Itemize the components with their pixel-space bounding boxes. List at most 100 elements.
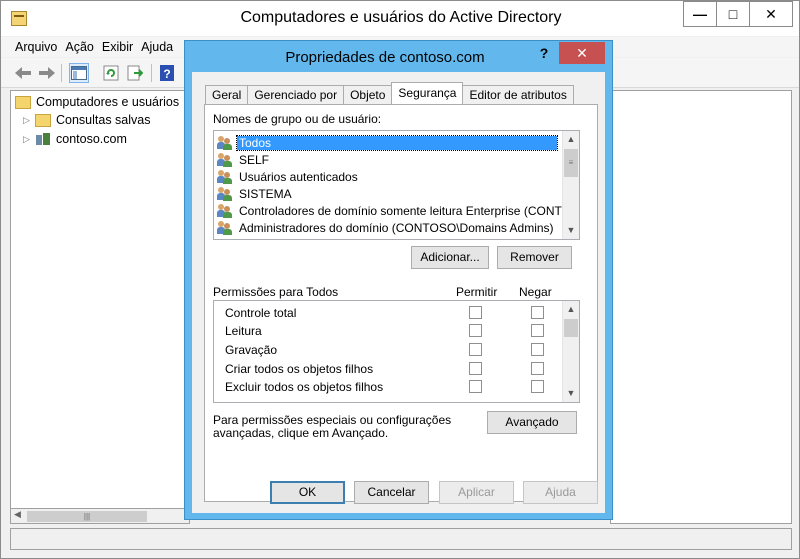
scroll-left-icon[interactable]: ◀ — [14, 509, 21, 520]
tab-objeto[interactable]: Objeto — [343, 85, 393, 104]
list-item-label: Controladores de domínio somente leitura… — [239, 203, 580, 218]
apply-button[interactable]: Aplicar — [439, 481, 514, 504]
scrollbar-thumb[interactable]: ||| — [27, 511, 147, 522]
ok-button[interactable]: OK — [270, 481, 345, 504]
deny-checkbox[interactable] — [531, 362, 544, 375]
user-group-icon — [217, 203, 233, 218]
allow-checkbox[interactable] — [469, 343, 482, 356]
allow-checkbox[interactable] — [469, 306, 482, 319]
deny-checkbox[interactable] — [531, 324, 544, 337]
tab-strip: Geral Gerenciado por Objeto Segurança Ed… — [205, 82, 574, 104]
back-icon[interactable] — [13, 63, 33, 83]
advanced-hint-line1: Para permissões especiais ou configuraçõ… — [213, 413, 452, 427]
menu-exibir[interactable]: Exibir — [102, 37, 133, 57]
scroll-up-icon[interactable]: ▲ — [563, 301, 579, 318]
title-bar: Computadores e usuários do Active Direct… — [1, 1, 799, 36]
console-tree: Computadores e usuários ▷ Consultas salv… — [10, 90, 190, 524]
permissions-vertical-scrollbar[interactable]: ▲ ▼ — [562, 301, 579, 402]
scrollbar-thumb[interactable]: ≡ — [564, 149, 578, 177]
menu-ajuda[interactable]: Ajuda — [141, 37, 173, 57]
tab-editor-de-atributos[interactable]: Editor de atributos — [462, 85, 574, 104]
permission-row: Criar todos os objetos filhos — [225, 360, 373, 378]
list-item-label: SISTEMA — [239, 186, 292, 201]
list-item[interactable]: SELF — [217, 151, 271, 168]
status-bar — [10, 528, 792, 550]
tab-gerenciado-por[interactable]: Gerenciado por — [247, 85, 345, 104]
allow-checkbox[interactable] — [469, 380, 482, 393]
menu-acao[interactable]: Ação — [65, 37, 94, 57]
window-controls: — □ ✕ — [683, 1, 793, 27]
tab-geral[interactable]: Geral — [205, 85, 249, 104]
add-button[interactable]: Adicionar... — [411, 246, 489, 269]
users-listbox[interactable]: Todos SELF Usuários autenticados SISTEMA… — [213, 130, 580, 240]
dialog-body: Geral Gerenciado por Objeto Segurança Ed… — [192, 72, 605, 513]
list-item-label: SELF — [239, 152, 270, 167]
allow-checkbox[interactable] — [469, 362, 482, 375]
expand-arrow-icon[interactable]: ▷ — [23, 115, 35, 126]
deny-checkbox[interactable] — [531, 306, 544, 319]
window-title: Computadores e usuários do Active Direct… — [240, 9, 562, 26]
remove-button[interactable]: Remover — [497, 246, 572, 269]
user-group-icon — [217, 169, 233, 184]
tree-item-saved-queries[interactable]: ▷ Consultas salvas — [23, 111, 151, 129]
close-button[interactable]: ✕ — [749, 1, 793, 27]
permission-label: Leitura — [225, 324, 262, 338]
scroll-down-icon[interactable]: ▼ — [563, 385, 579, 402]
permissions-label: Permissões para Todos — [213, 285, 339, 299]
list-item-label: Todos — [236, 134, 558, 151]
list-item[interactable]: Todos — [217, 134, 558, 151]
toolbar-separator — [151, 64, 152, 82]
cancel-button[interactable]: Cancelar — [354, 481, 429, 504]
active-directory-icon — [15, 95, 31, 109]
tree-root[interactable]: Computadores e usuários — [15, 93, 179, 111]
minimize-button[interactable]: — — [683, 1, 717, 27]
tree-horizontal-scrollbar[interactable]: ◀ ||| — [10, 508, 190, 524]
allow-column-header: Permitir — [456, 285, 498, 299]
folder-icon — [35, 113, 51, 127]
advanced-button[interactable]: Avançado — [487, 411, 577, 434]
help-button[interactable]: Ajuda — [523, 481, 598, 504]
permission-label: Criar todos os objetos filhos — [225, 362, 374, 376]
deny-column-header: Negar — [519, 285, 552, 299]
user-group-icon — [217, 220, 233, 235]
permissions-listbox[interactable]: Controle total Leitura Gravação Criar to… — [213, 300, 580, 403]
dialog-help-button[interactable]: ? — [530, 43, 558, 63]
forward-icon[interactable] — [37, 63, 57, 83]
permission-label: Controle total — [225, 306, 297, 320]
permission-label: Gravação — [225, 343, 278, 357]
advanced-hint-line2: avançadas, clique em Avançado. — [213, 426, 389, 440]
active-directory-icon — [11, 11, 27, 26]
deny-checkbox[interactable] — [531, 343, 544, 356]
menu-arquivo[interactable]: Arquivo — [15, 37, 57, 57]
dialog-close-button[interactable]: ✕ — [559, 42, 605, 64]
tree-item-label: contoso.com — [56, 132, 127, 146]
list-item[interactable]: Usuários autenticados — [217, 168, 360, 185]
list-item-label: Usuários autenticados — [239, 169, 358, 184]
maximize-button[interactable]: □ — [716, 1, 750, 27]
scroll-down-icon[interactable]: ▼ — [563, 222, 579, 239]
list-item[interactable]: Administradores do domínio (CONTOSO\Doma… — [217, 219, 556, 236]
user-group-icon — [217, 152, 233, 167]
export-list-icon[interactable] — [125, 63, 145, 83]
toolbar-separator — [61, 64, 62, 82]
permission-row: Excluir todos os objetos filhos — [225, 378, 383, 396]
show-hide-console-tree-icon[interactable] — [69, 63, 89, 83]
expand-arrow-icon[interactable]: ▷ — [23, 134, 35, 145]
users-vertical-scrollbar[interactable]: ▲ ≡ ▼ — [562, 131, 579, 239]
permission-row: Leitura — [225, 322, 262, 340]
scrollbar-thumb[interactable] — [564, 319, 578, 337]
permission-row: Controle total — [225, 304, 296, 322]
refresh-icon[interactable] — [101, 63, 121, 83]
list-item[interactable]: SISTEMA — [217, 185, 294, 202]
user-group-icon — [217, 135, 233, 150]
list-item[interactable]: Controladores de domínio somente leitura… — [217, 202, 580, 219]
tab-seguranca[interactable]: Segurança — [391, 82, 464, 104]
permission-label: Excluir todos os objetos filhos — [225, 380, 384, 394]
properties-dialog: Propriedades de contoso.com ? ✕ Geral Ge… — [184, 40, 613, 520]
permission-row: Gravação — [225, 341, 277, 359]
help-icon[interactable]: ? — [157, 63, 177, 83]
scroll-up-icon[interactable]: ▲ — [563, 131, 579, 148]
deny-checkbox[interactable] — [531, 380, 544, 393]
allow-checkbox[interactable] — [469, 324, 482, 337]
tree-item-domain[interactable]: ▷ contoso.com — [23, 130, 127, 148]
